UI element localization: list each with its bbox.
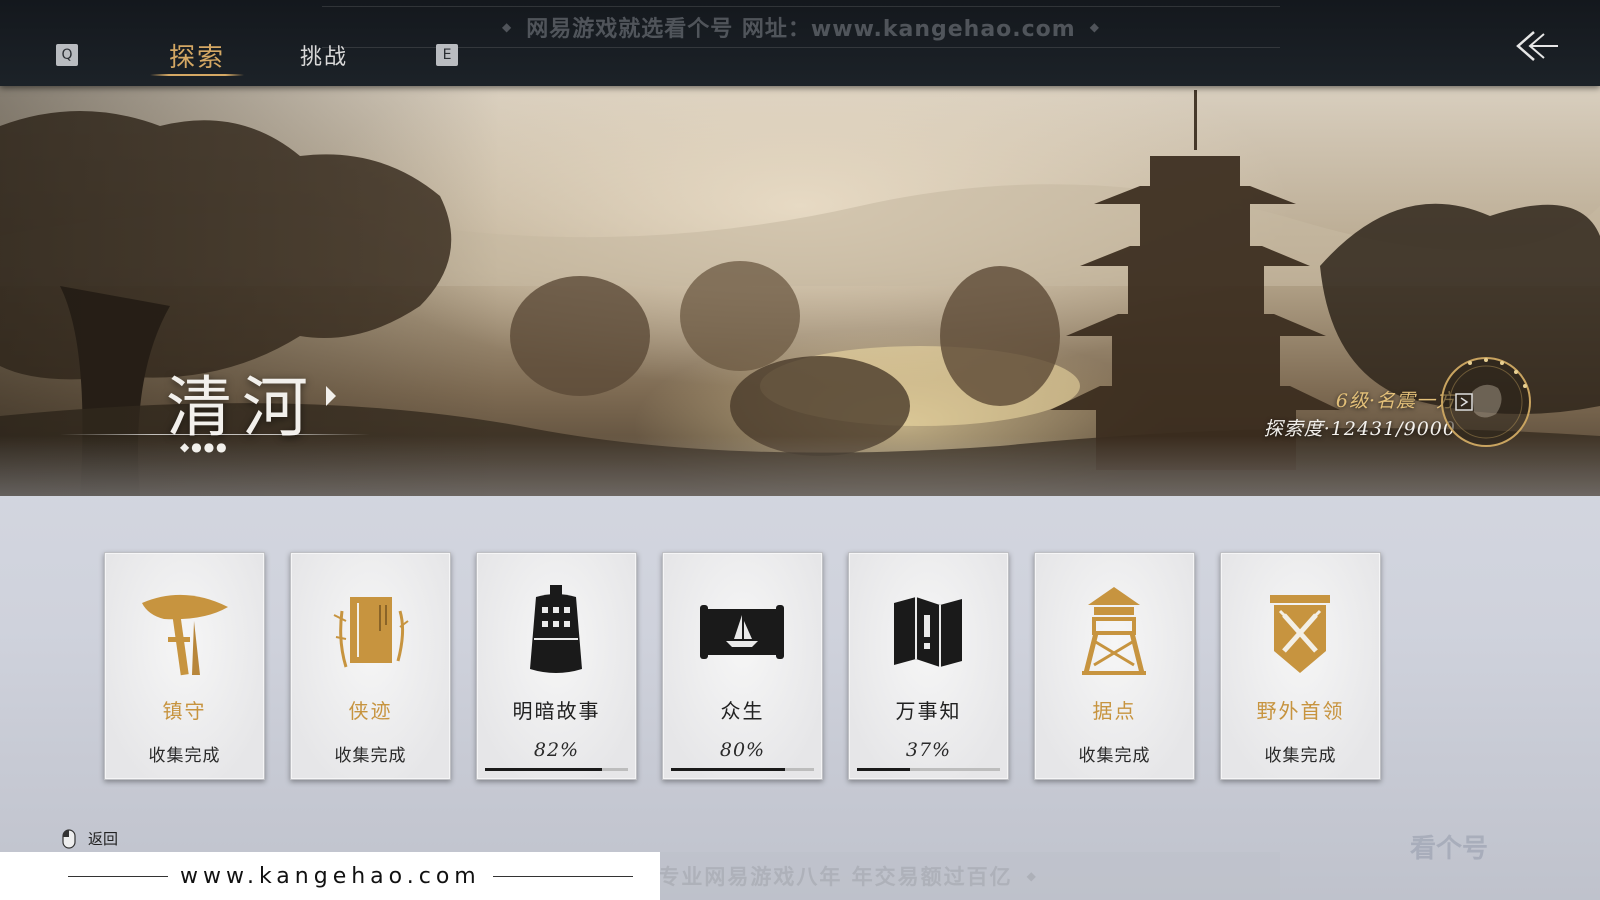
diamond-icon: ◆ [502, 20, 513, 34]
corner-logo: 看个号 [1410, 828, 1590, 900]
progress-fill [671, 768, 786, 771]
card-status: 82% [533, 739, 580, 761]
tab-explore[interactable]: 探索 [150, 38, 244, 76]
region-page-dots: ◆●●● [180, 440, 229, 454]
card-stronghold[interactable]: 据点 收集完成 [1034, 552, 1195, 780]
rank-emblem-icon[interactable] [1436, 352, 1536, 452]
top-nav-bar: ◆ 网易游戏就选看个号 网址：www.kangehao.com ◆ Q 探索 挑… [0, 0, 1600, 86]
region-title: 清河 [166, 369, 318, 446]
back-arrow-icon[interactable] [1512, 26, 1560, 66]
card-guard[interactable]: 镇守 收集完成 [104, 552, 265, 780]
scroll-boat-icon [700, 605, 784, 659]
key-hint-e: E [436, 44, 458, 66]
crossed-swords-banner-icon [1270, 595, 1330, 673]
divider-line [68, 875, 168, 877]
card-title: 侠迹 [348, 699, 393, 723]
progress-fill [485, 768, 603, 771]
card-hero-trace[interactable]: 侠迹 收集完成 [290, 552, 451, 780]
progress-bar [485, 768, 628, 771]
region-divider [60, 434, 370, 435]
card-title: 众生 [720, 699, 765, 723]
card-status: 收集完成 [334, 746, 407, 766]
diamond-icon: ◆ [1089, 20, 1100, 34]
region-banner: 清河 ◆●●● 6级·名震一方 探索度·12431/9000 [0, 86, 1600, 496]
card-title: 野外首领 [1256, 699, 1345, 723]
key-hint-q: Q [56, 44, 78, 66]
card-status: 收集完成 [148, 746, 221, 766]
card-status: 收集完成 [1264, 746, 1337, 766]
card-status: 收集完成 [1078, 746, 1151, 766]
diamond-icon: ◆ [1026, 869, 1038, 883]
mouse-icon [62, 828, 76, 849]
region-switch-arrow-icon[interactable] [326, 386, 336, 406]
hat-post-icon [142, 594, 228, 676]
site-url: www.kangehao.com [180, 863, 481, 889]
back-hint-label: 返回 [88, 830, 119, 848]
card-know-all[interactable]: 万事知 37% [848, 552, 1009, 780]
card-all-beings[interactable]: 众生 80% [662, 552, 823, 780]
card-field-boss[interactable]: 野外首领 收集完成 [1220, 552, 1381, 780]
card-title: 明暗故事 [512, 699, 601, 723]
book-bamboo-icon [333, 597, 409, 668]
card-title: 镇守 [162, 699, 207, 723]
tab-challenge[interactable]: 挑战 [296, 38, 352, 72]
card-status: 80% [719, 739, 766, 761]
divider-line [492, 875, 633, 877]
corner-logo-text: 看个号 [1410, 834, 1489, 864]
progress-bar [857, 768, 1000, 771]
card-status: 37% [905, 739, 952, 761]
back-hint[interactable]: 返回 [62, 828, 118, 849]
site-watermark-strip: www.kangehao.com [0, 852, 660, 900]
progress-bar [671, 768, 814, 771]
watermark-text: 网易游戏就选看个号 网址：www.kangehao.com [526, 17, 1076, 42]
watchtower-icon [1082, 587, 1146, 675]
bell-icon [530, 585, 582, 673]
card-light-dark-stories[interactable]: 明暗故事 82% [476, 552, 637, 780]
collection-cards: 镇守 收集完成 侠迹 收集完成 明暗故事 82% 众生 80% 万事知 37% … [104, 552, 1381, 780]
folded-map-icon [894, 597, 962, 667]
progress-fill [857, 768, 910, 771]
card-title: 据点 [1092, 699, 1137, 723]
exploration-progress: 探索度·12431/9000 [1263, 418, 1456, 440]
watermark-top: ◆ 网易游戏就选看个号 网址：www.kangehao.com ◆ [322, 6, 1280, 48]
card-title: 万事知 [895, 699, 962, 723]
